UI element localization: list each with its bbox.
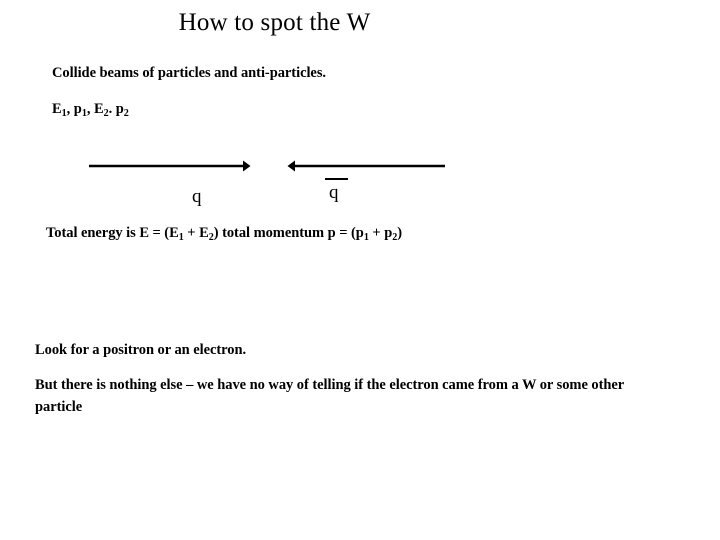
total-mid-1: + E: [183, 225, 209, 241]
momenta-sep-3: .: [108, 101, 116, 117]
total-p2-subscript: 2: [392, 232, 398, 244]
total-mid-3: + p: [368, 225, 393, 241]
beam-collision-diagram: [89, 160, 445, 172]
total-mid-2: ) total momentum p = (p: [213, 225, 364, 241]
e2-symbol: E: [93, 101, 104, 117]
total-tail: ): [397, 225, 403, 241]
quark-beam-arrow: [89, 160, 251, 172]
total-e2-subscript: 2: [208, 232, 214, 244]
page-title: How to spot the W: [178, 9, 371, 36]
e1-subscript: 1: [61, 108, 67, 120]
total-energy-momentum-text: Total energy is E = (E1 + E2) total mome…: [46, 223, 402, 245]
closing-paragraph-text: But there is nothing else – we have no w…: [35, 377, 624, 415]
antiquark-beam-arrow: [287, 160, 445, 172]
antiquark-overline: [325, 178, 348, 180]
quark-label: q: [192, 186, 202, 207]
p1-symbol: p: [73, 101, 82, 117]
antiquark-label: q: [329, 182, 339, 203]
total-e1-subscript: 1: [178, 232, 184, 244]
look-for-positron-text: Look for a positron or an electron.: [35, 342, 247, 358]
momenta-sep-2: ,: [86, 101, 94, 117]
slide-canvas: How to spot the W Collide beams of parti…: [0, 0, 720, 540]
collide-beams-text: Collide beams of particles and anti-part…: [52, 65, 326, 81]
momenta-notation-text: E1, p1, E2. p2: [52, 99, 129, 121]
momenta-sep-1: ,: [66, 101, 74, 117]
total-p1-subscript: 1: [363, 232, 369, 244]
p1-subscript: 1: [81, 108, 87, 120]
p2-subscript: 2: [123, 108, 129, 120]
e2-subscript: 2: [103, 108, 109, 120]
total-lead: Total energy is E = (E: [46, 225, 179, 241]
p2-symbol: p: [115, 101, 124, 117]
e1-symbol: E: [52, 101, 62, 117]
